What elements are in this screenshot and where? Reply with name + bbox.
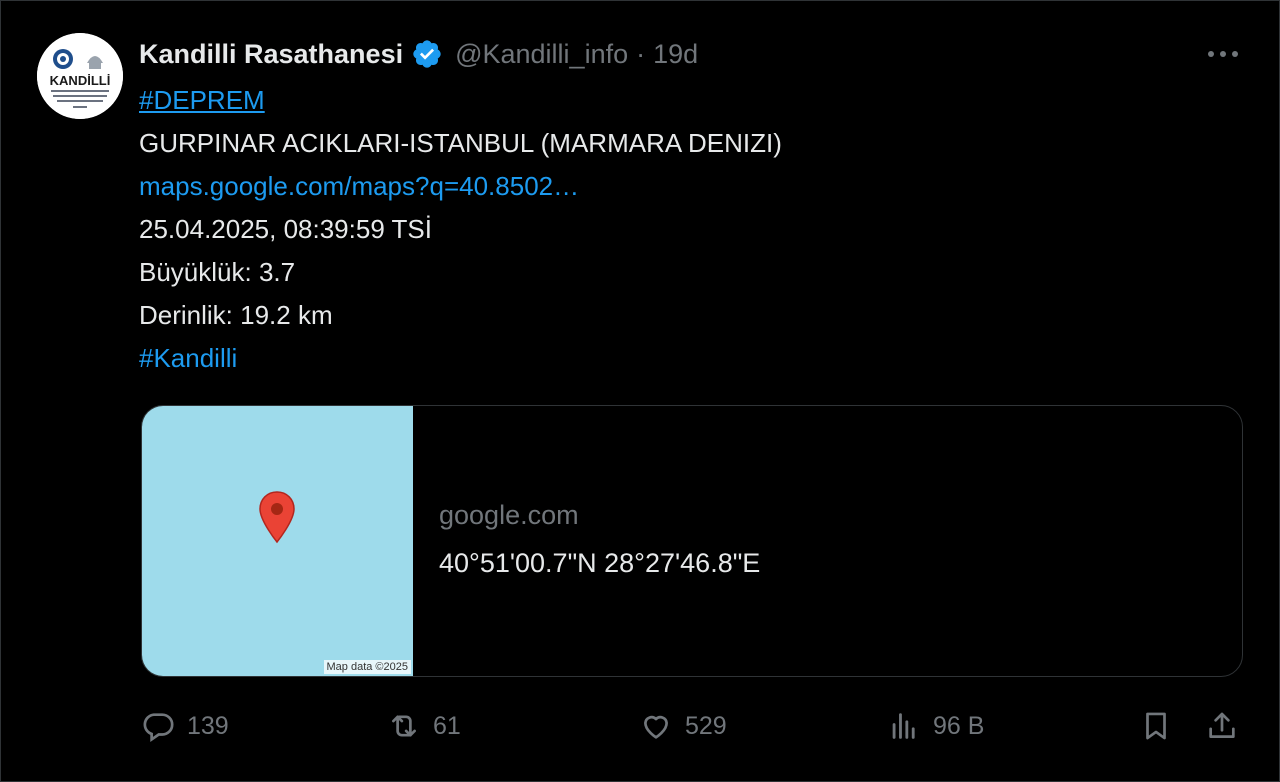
views-chart-icon xyxy=(892,713,915,739)
repost-icon xyxy=(392,715,416,737)
hashtag-kandilli[interactable]: #Kandilli xyxy=(139,343,237,373)
more-options-button[interactable] xyxy=(1203,39,1243,69)
separator-dot: · xyxy=(636,38,646,69)
tweet-container: KANDİLLİ Kandilli Rasathanesi @Kandilli_… xyxy=(0,0,1280,782)
avatar-logo-text: KANDİLLİ xyxy=(50,73,111,88)
card-title: 40°51'00.7"N 28°27'46.8"E xyxy=(439,548,761,578)
tweet-header: Kandilli Rasathanesi @Kandilli_info · 19… xyxy=(139,33,698,75)
reply-icon xyxy=(143,713,174,743)
magnitude-text: Büyüklük: 3.7 xyxy=(139,257,296,287)
hashtag-deprem[interactable]: #DEPREM xyxy=(139,85,265,115)
share-button[interactable] xyxy=(1205,705,1239,747)
like-button[interactable]: 529 xyxy=(639,705,727,747)
repost-count: 61 xyxy=(433,711,461,740)
action-bar: 139 61 529 96 B xyxy=(1,705,1280,747)
card-domain: google.com xyxy=(439,500,579,530)
bookmark-icon xyxy=(1146,712,1166,740)
reply-button[interactable]: 139 xyxy=(141,705,229,747)
author-display-name[interactable]: Kandilli Rasathanesi xyxy=(139,39,403,70)
heart-icon xyxy=(644,715,668,739)
views-button[interactable]: 96 B xyxy=(887,705,984,747)
bookmark-button[interactable] xyxy=(1139,705,1173,747)
avatar[interactable]: KANDİLLİ xyxy=(37,33,123,119)
depth-text: Derinlik: 19.2 km xyxy=(139,300,333,330)
location-text: GURPINAR ACIKLARI-ISTANBUL (MARMARA DENI… xyxy=(139,128,782,158)
datetime-text: 25.04.2025, 08:39:59 TSİ xyxy=(139,214,432,244)
share-icon xyxy=(1209,712,1235,738)
views-count: 96 B xyxy=(933,711,985,740)
kandilli-logo-icon: KANDİLLİ xyxy=(37,33,123,119)
map-thumbnail: Map data ©2025 xyxy=(142,406,413,676)
map-attribution: Map data ©2025 xyxy=(323,660,411,674)
map-pin-icon xyxy=(259,491,295,544)
reply-count: 139 xyxy=(187,711,229,740)
maps-link[interactable]: maps.google.com/maps?q=40.8502… xyxy=(139,171,579,201)
repost-button[interactable]: 61 xyxy=(387,705,461,747)
more-horizontal-icon xyxy=(1208,51,1238,57)
verified-badge-icon[interactable] xyxy=(411,38,443,70)
author-handle[interactable]: @Kandilli_info xyxy=(455,39,628,70)
tweet-text: #DEPREM GURPINAR ACIKLARI-ISTANBUL (MARM… xyxy=(139,79,782,380)
like-count: 529 xyxy=(685,711,727,740)
link-preview-card[interactable]: Map data ©2025 google.com 40°51'00.7"N 2… xyxy=(141,405,1243,677)
tweet-timestamp[interactable]: 19d xyxy=(653,39,698,70)
